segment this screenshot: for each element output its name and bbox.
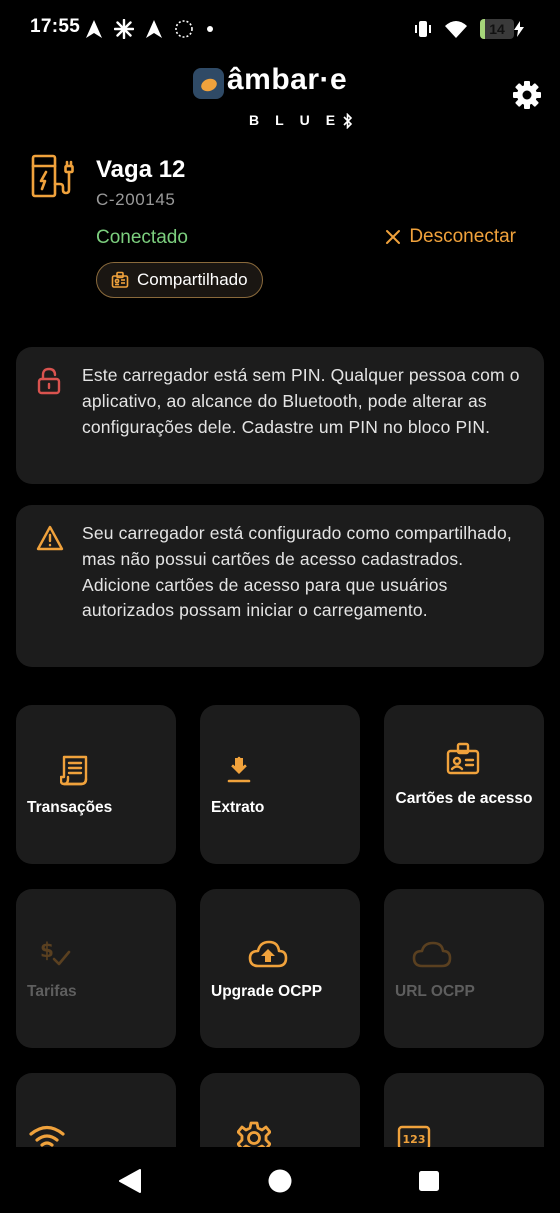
disconnect-label: Desconectar: [409, 226, 516, 247]
status-icons-left: [86, 18, 214, 40]
transactions-tile[interactable]: Transações: [16, 705, 176, 864]
recents-square-icon: [419, 1171, 439, 1191]
nav-back-button[interactable]: [116, 1167, 144, 1195]
statement-label: Extrato: [211, 799, 265, 816]
warning-triangle-icon: [36, 525, 64, 551]
tariffs-tile[interactable]: $ Tarifas: [16, 889, 176, 1048]
charger-name: Vaga 12: [96, 156, 186, 183]
url-ocpp-tile[interactable]: URL OCPP: [384, 889, 544, 1048]
battery-indicator: 14: [480, 19, 524, 39]
badge-id-icon: [111, 271, 129, 288]
settings-button[interactable]: [512, 80, 542, 110]
bluetooth-icon: [343, 113, 353, 129]
logo-wordmark: âmbar·e: [227, 63, 348, 96]
dotted-circle-icon: [175, 20, 193, 38]
tariffs-label: Tarifas: [27, 983, 77, 1000]
status-time: 17:55: [30, 16, 81, 37]
disconnect-button[interactable]: Desconectar: [385, 226, 516, 248]
close-icon: [386, 230, 401, 244]
transactions-label: Transações: [27, 799, 113, 816]
battery-level: 14: [489, 21, 505, 37]
cloud-upload-icon: [248, 940, 288, 968]
access-cards-warning-card: Seu carregador está configurado como com…: [16, 505, 544, 667]
shared-mode-badge: Compartilhado: [96, 262, 263, 298]
app-header: âmbar·e BLUE: [0, 60, 560, 130]
receipt-icon: [60, 755, 88, 786]
app-screen: 17:55 14 âmbar·e BLUE Vaga 12 C-200145 C…: [0, 0, 560, 1213]
access-cards-warning-text: Seu carregador está configurado como com…: [82, 523, 512, 621]
gear-icon: [513, 81, 541, 109]
home-circle-icon: [268, 1169, 292, 1193]
nav-home-button[interactable]: [266, 1167, 294, 1195]
upgrade-ocpp-label: Upgrade OCPP: [211, 983, 323, 1000]
navigation-arrow-icon: [86, 20, 102, 38]
logo-subtext: BLUE: [249, 112, 353, 129]
download-icon: [227, 756, 251, 783]
statement-tile[interactable]: Extrato: [200, 705, 360, 864]
lock-open-icon: [37, 367, 61, 395]
dollar-check-icon: $: [40, 938, 71, 966]
logo-subtext-label: BLUE: [249, 112, 352, 128]
vibrate-icon: [415, 21, 431, 37]
url-ocpp-label: URL OCPP: [395, 983, 475, 1000]
ev-charger-icon: [31, 154, 74, 198]
pin-warning-text: Este carregador está sem PIN. Qualquer p…: [82, 365, 520, 437]
logo-badge-icon: [193, 68, 224, 99]
asterisk-icon: [114, 19, 134, 39]
charging-bolt-icon: [514, 21, 524, 37]
charger-info: Vaga 12 C-200145 Conectado Desconectar C…: [0, 150, 560, 300]
status-bar: 17:55 14: [0, 0, 560, 56]
status-icons-right: 14: [414, 17, 524, 41]
access-cards-label: Cartões de acesso: [395, 790, 533, 807]
id-badge-icon: [446, 742, 480, 775]
charger-id: C-200145: [96, 190, 176, 209]
back-triangle-icon: [119, 1169, 141, 1193]
battery-icon: 14: [480, 19, 514, 39]
navigation-arrow-icon: [146, 20, 162, 38]
svg-text:123: 123: [403, 1133, 426, 1146]
svg-text:$: $: [40, 938, 54, 962]
system-nav-bar: [0, 1147, 560, 1213]
connection-status: Conectado: [96, 227, 188, 248]
upgrade-ocpp-tile[interactable]: Upgrade OCPP: [200, 889, 360, 1048]
shared-badge-label: Compartilhado: [137, 270, 248, 289]
access-cards-tile[interactable]: Cartões de acesso: [384, 705, 544, 864]
pin-warning-card: Este carregador está sem PIN. Qualquer p…: [16, 347, 544, 484]
dot-icon: [207, 26, 213, 32]
wifi-icon: [445, 21, 467, 38]
nav-recents-button[interactable]: [415, 1167, 443, 1195]
cloud-icon: [412, 941, 452, 968]
